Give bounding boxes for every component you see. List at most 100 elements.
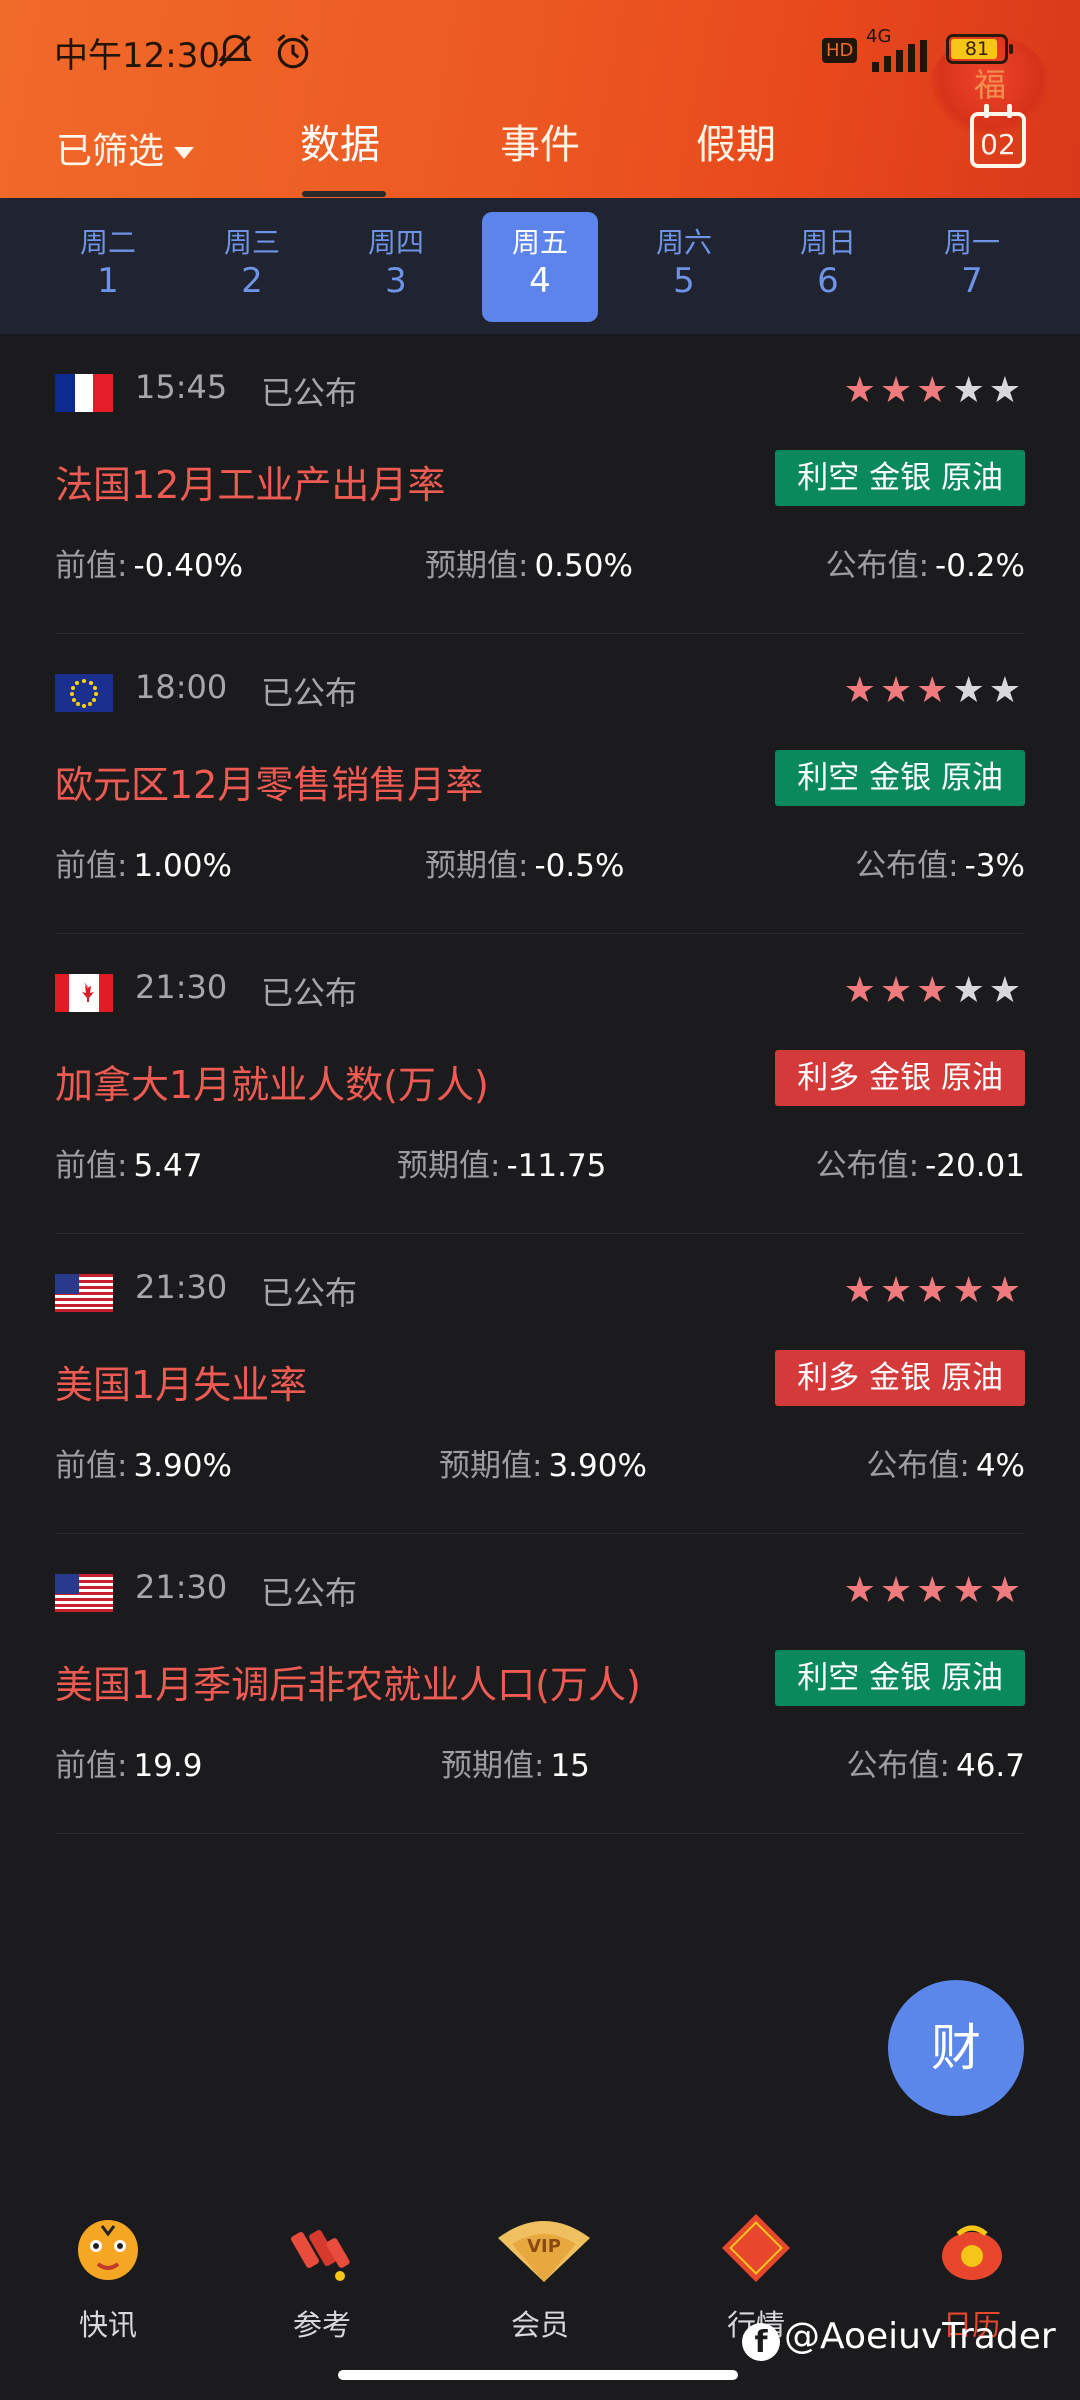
forecast-label: 预期值: bbox=[439, 1448, 543, 1484]
previous-number: 5.47 bbox=[133, 1148, 203, 1184]
previous-number: -0.40% bbox=[133, 548, 244, 584]
actual-value: 公布值: 46.7 bbox=[847, 1740, 1025, 1785]
forecast-value: 预期值: 0.50% bbox=[425, 540, 633, 585]
event-time: 18:00 bbox=[135, 668, 228, 706]
event-item[interactable]: 21:30 已公布 ★★★★★ 美国1月季调后非农就业人口(万人) 利空 金银 … bbox=[55, 1534, 1025, 1834]
day-weekday: 周三 bbox=[223, 226, 280, 259]
event-item[interactable]: 21:30 已公布 ★★★★★ 美国1月失业率 利多 金银 原油 前值: 3.90… bbox=[55, 1234, 1025, 1534]
firecracker-icon bbox=[291, 2230, 350, 2281]
actual-number: -20.01 bbox=[925, 1148, 1025, 1184]
previous-number: 3.90% bbox=[133, 1448, 232, 1484]
watermark-text: @AoeiuvTrader bbox=[784, 2316, 1056, 2357]
usa-flag-icon bbox=[55, 1274, 113, 1312]
event-title: 法国12月工业产出月率 bbox=[55, 463, 446, 507]
impact-badge: 利空 金银 原油 bbox=[775, 450, 1025, 506]
event-status: 已公布 bbox=[261, 374, 358, 412]
facebook-icon: f bbox=[742, 2323, 780, 2361]
forecast-number: 15 bbox=[550, 1748, 590, 1784]
day-weekday: 周二 bbox=[79, 226, 136, 259]
tab-data[interactable]: 数据 bbox=[300, 112, 380, 170]
vip-fan-icon: VIP bbox=[498, 2221, 590, 2282]
forecast-value: 预期值: -11.75 bbox=[397, 1140, 606, 1185]
filter-dropdown[interactable]: 已筛选 bbox=[56, 122, 195, 174]
day-weekday: 周四 bbox=[367, 226, 424, 259]
event-item[interactable]: 21:30 已公布 ★★★★★ 加拿大1月就业人数(万人) 利多 金银 原油 前… bbox=[55, 934, 1025, 1234]
star-filled-icon: ★ bbox=[843, 1270, 880, 1311]
importance-stars: ★★★★★ bbox=[844, 1270, 1025, 1311]
star-filled-icon: ★ bbox=[916, 970, 953, 1011]
star-filled-icon: ★ bbox=[879, 970, 917, 1011]
star-filled-icon: ★ bbox=[843, 970, 880, 1011]
finance-fab-button[interactable]: 财 bbox=[888, 1980, 1024, 2116]
tab-events[interactable]: 事件 bbox=[500, 112, 580, 170]
calendar-day: 02 bbox=[980, 128, 1016, 161]
day-mon[interactable]: 周一 7 bbox=[914, 226, 1030, 336]
previous-value: 前值: -0.40% bbox=[55, 540, 243, 585]
day-number: 2 bbox=[241, 261, 263, 301]
event-status: 已公布 bbox=[261, 674, 358, 712]
importance-stars: ★★★★★ bbox=[844, 670, 1025, 711]
previous-label: 前值: bbox=[55, 1748, 128, 1784]
home-indicator[interactable] bbox=[338, 2370, 738, 2380]
star-empty-icon: ★ bbox=[952, 970, 989, 1011]
star-filled-icon: ★ bbox=[879, 1570, 917, 1611]
day-thu[interactable]: 周四 3 bbox=[338, 226, 454, 336]
star-filled-icon: ★ bbox=[988, 1270, 1025, 1311]
event-title: 加拿大1月就业人数(万人) bbox=[55, 1063, 489, 1107]
actual-number: -0.2% bbox=[935, 548, 1025, 584]
star-filled-icon: ★ bbox=[916, 1270, 953, 1311]
forecast-number: 0.50% bbox=[534, 548, 633, 584]
nav-reference[interactable]: 参考 bbox=[262, 2208, 382, 2344]
actual-number: 46.7 bbox=[955, 1748, 1025, 1784]
previous-label: 前值: bbox=[55, 1448, 128, 1484]
event-item[interactable]: 18:00 已公布 ★★★★★ 欧元区12月零售销售月率 利空 金银 原油 前值… bbox=[55, 634, 1025, 934]
calendar-picker-button[interactable]: 02 bbox=[970, 104, 1026, 168]
event-title: 美国1月失业率 bbox=[55, 1363, 308, 1407]
previous-number: 19.9 bbox=[133, 1748, 203, 1784]
event-values: 前值: -0.40% 预期值: 0.50% 公布值: -0.2% bbox=[55, 540, 1025, 586]
event-item[interactable]: 15:45 已公布 ★★★★★ 法国12月工业产出月率 利空 金银 原油 前值:… bbox=[55, 334, 1025, 634]
day-fri-selected[interactable]: 周五 4 bbox=[482, 212, 598, 322]
canada-flag-icon bbox=[55, 974, 113, 1012]
event-status: 已公布 bbox=[261, 1274, 358, 1312]
tab-active-indicator bbox=[302, 191, 386, 197]
nav-label: 会员 bbox=[510, 2308, 569, 2342]
previous-label: 前值: bbox=[55, 548, 128, 584]
actual-value: 公布值: -3% bbox=[855, 840, 1025, 885]
nav-news[interactable]: 快讯 bbox=[48, 2208, 168, 2344]
star-filled-icon: ★ bbox=[952, 1570, 989, 1611]
event-title: 美国1月季调后非农就业人口(万人) bbox=[55, 1663, 641, 1707]
forecast-value: 预期值: -0.5% bbox=[425, 840, 624, 885]
day-wed[interactable]: 周三 2 bbox=[194, 226, 310, 336]
forecast-label: 预期值: bbox=[425, 848, 529, 884]
day-weekday: 周六 bbox=[655, 226, 712, 259]
caret-down-icon bbox=[174, 147, 195, 159]
actual-label: 公布值: bbox=[825, 548, 930, 584]
day-sun[interactable]: 周日 6 bbox=[770, 226, 886, 336]
actual-value: 公布值: -20.01 bbox=[816, 1140, 1025, 1185]
impact-badge: 利多 金银 原油 bbox=[775, 1050, 1025, 1106]
nav-vip[interactable]: VIP 会员 bbox=[480, 2208, 600, 2344]
star-filled-icon: ★ bbox=[843, 670, 880, 711]
star-filled-icon: ★ bbox=[843, 370, 880, 411]
forecast-label: 预期值: bbox=[425, 548, 529, 584]
impact-badge: 利多 金银 原油 bbox=[775, 1350, 1025, 1406]
star-filled-icon: ★ bbox=[843, 1570, 880, 1611]
previous-number: 1.00% bbox=[133, 848, 232, 884]
battery-icon: 81 bbox=[946, 34, 1013, 64]
day-sat[interactable]: 周六 5 bbox=[626, 226, 742, 336]
actual-label: 公布值: bbox=[866, 1448, 970, 1484]
day-tue[interactable]: 周二 1 bbox=[50, 226, 166, 336]
previous-value: 前值: 5.47 bbox=[55, 1140, 202, 1185]
star-empty-icon: ★ bbox=[952, 370, 989, 411]
tab-holidays[interactable]: 假期 bbox=[696, 112, 776, 170]
day-number: 3 bbox=[385, 261, 407, 301]
actual-value: 公布值: 4% bbox=[866, 1440, 1025, 1485]
event-values: 前值: 19.9 预期值: 15 公布值: 46.7 bbox=[55, 1740, 1025, 1786]
actual-number: -3% bbox=[964, 848, 1025, 884]
star-filled-icon: ★ bbox=[988, 1570, 1025, 1611]
previous-value: 前值: 19.9 bbox=[55, 1740, 202, 1785]
header: 福 中午12:30 HD 4G 81 已筛选 数据 事件 假期 02 bbox=[0, 0, 1080, 198]
calendar-screen: 福 中午12:30 HD 4G 81 已筛选 数据 事件 假期 02 周二 1 … bbox=[0, 0, 1080, 2400]
forecast-value: 预期值: 15 bbox=[441, 1740, 590, 1785]
